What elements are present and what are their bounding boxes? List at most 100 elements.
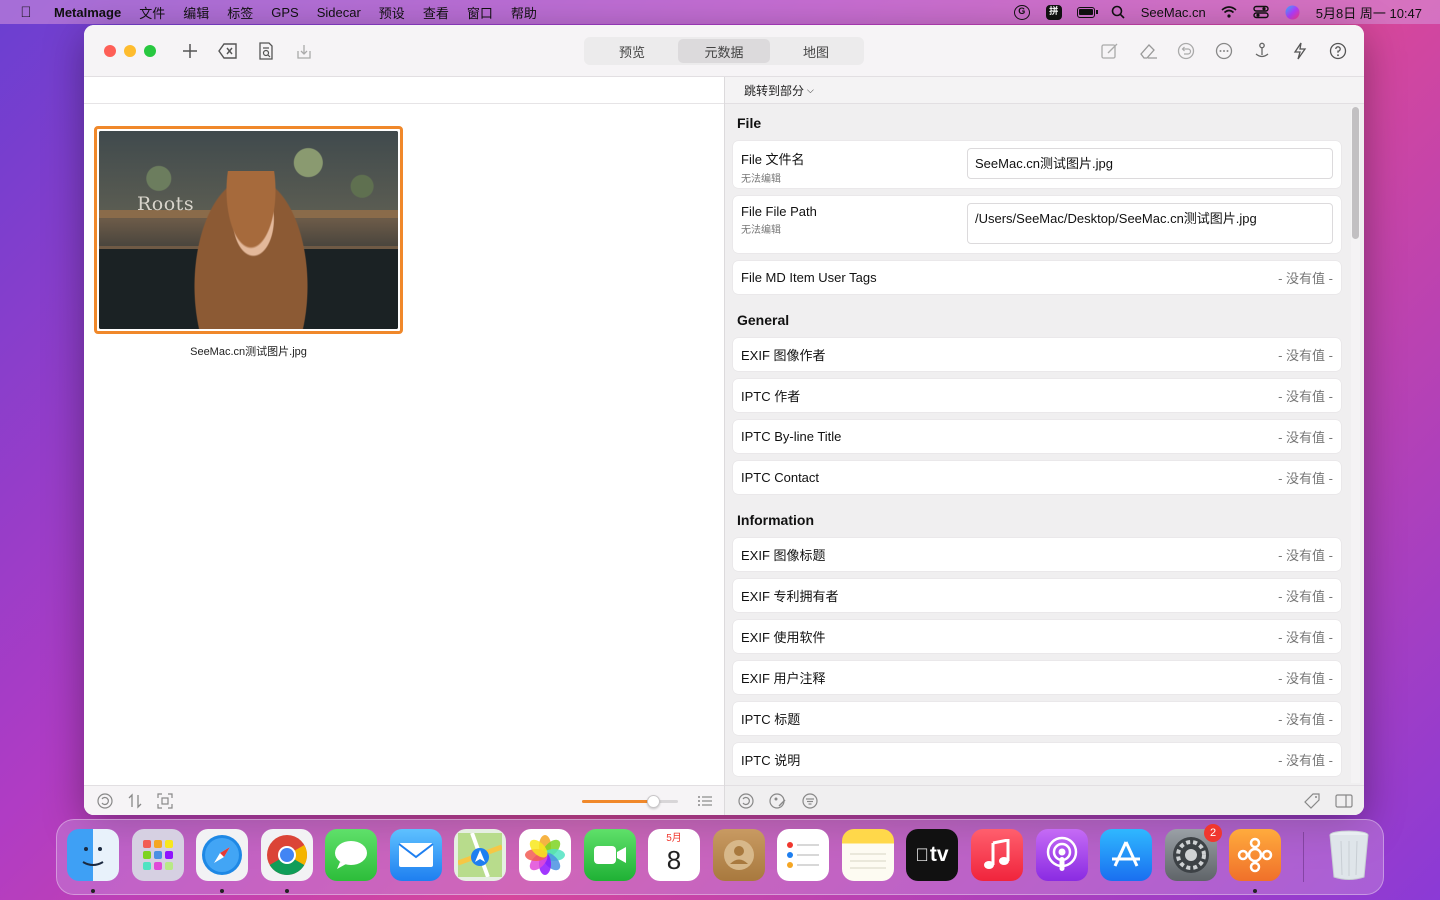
- edit-image-icon[interactable]: [769, 792, 787, 810]
- menu-sidecar[interactable]: Sidecar: [308, 5, 370, 20]
- sidebar-toggle-icon[interactable]: [1335, 792, 1353, 810]
- menubar-clock[interactable]: 5月8日 周一 10:47: [1316, 3, 1422, 22]
- menu-gps[interactable]: GPS: [262, 5, 307, 20]
- podcasts-icon[interactable]: [1036, 829, 1088, 881]
- spotlight-search-icon[interactable]: [1109, 4, 1127, 20]
- field-row[interactable]: EXIF 图像标题 - 没有值 -: [733, 538, 1341, 571]
- app-store-icon[interactable]: [1100, 829, 1152, 881]
- battery-icon[interactable]: [1076, 4, 1098, 20]
- menu-file[interactable]: 文件: [130, 3, 174, 22]
- more-options-icon[interactable]: [1214, 41, 1234, 61]
- refresh-icon[interactable]: [737, 792, 755, 810]
- control-center-icon[interactable]: [1252, 4, 1270, 20]
- apple-menu-icon[interactable]: : [0, 4, 52, 21]
- reminders-icon[interactable]: [777, 829, 829, 881]
- launchpad-icon[interactable]: [132, 829, 184, 881]
- jump-to-section-dropdown[interactable]: 跳转到部分 ⌵: [725, 77, 1364, 104]
- apple-tv-icon[interactable]: tv: [906, 829, 958, 881]
- sort-icon[interactable]: [126, 792, 144, 810]
- image-thumbnail[interactable]: Roots: [94, 126, 403, 334]
- menu-window[interactable]: 窗口: [458, 3, 502, 22]
- file-path-field[interactable]: /Users/SeeMac/Desktop/SeeMac.cn测试图片.jpg: [967, 203, 1333, 244]
- facetime-icon[interactable]: [584, 829, 636, 881]
- mail-icon[interactable]: [390, 829, 442, 881]
- minimize-window-button[interactable]: [124, 45, 136, 57]
- list-view-icon[interactable]: [696, 792, 714, 810]
- field-value: - 没有值 -: [1278, 471, 1333, 486]
- zoom-window-button[interactable]: [144, 45, 156, 57]
- finder-icon[interactable]: [67, 829, 119, 881]
- metadata-scrollbar[interactable]: [1351, 107, 1360, 783]
- thumbnail-size-slider[interactable]: [582, 795, 678, 808]
- slider-knob[interactable]: [647, 795, 660, 808]
- field-row-user-tags[interactable]: File MD Item User Tags - 没有值 -: [733, 261, 1341, 294]
- safari-icon[interactable]: [196, 829, 248, 881]
- revert-icon[interactable]: [1176, 41, 1196, 61]
- metadata-bottom-bar: [725, 785, 1364, 815]
- field-value: - 没有值 -: [1278, 430, 1333, 445]
- field-row[interactable]: EXIF 图像作者 - 没有值 -: [733, 338, 1341, 371]
- tab-map[interactable]: 地图: [770, 39, 862, 63]
- menu-presets[interactable]: 预设: [370, 3, 414, 22]
- menu-app-name[interactable]: MetaImage: [52, 5, 130, 20]
- field-row[interactable]: IPTC 标题 - 没有值 -: [733, 702, 1341, 735]
- tag-icon[interactable]: [1303, 792, 1321, 810]
- field-label: IPTC By-line Title: [741, 429, 842, 444]
- location-pin-icon[interactable]: [1252, 41, 1272, 61]
- field-row[interactable]: IPTC By-line Title - 没有值 -: [733, 420, 1341, 453]
- music-icon[interactable]: [971, 829, 1023, 881]
- field-label: EXIF 专利拥有者: [741, 589, 839, 604]
- file-name-field[interactable]: SeeMac.cn测试图片.jpg: [967, 148, 1333, 179]
- wifi-icon[interactable]: [1220, 4, 1238, 20]
- field-row[interactable]: EXIF 使用软件 - 没有值 -: [733, 620, 1341, 653]
- remove-icon[interactable]: [218, 41, 238, 61]
- field-row[interactable]: EXIF 用户注释 - 没有值 -: [733, 661, 1341, 694]
- field-row[interactable]: IPTC 作者 - 没有值 -: [733, 379, 1341, 412]
- grammarly-icon[interactable]: G: [1013, 4, 1031, 20]
- photos-icon[interactable]: [519, 829, 571, 881]
- metadata-scroll-area[interactable]: File File 文件名 无法编辑 SeeMac.cn测试图片.jpg Fil…: [725, 105, 1349, 785]
- contacts-icon[interactable]: [713, 829, 765, 881]
- scrollbar-thumb[interactable]: [1352, 107, 1359, 239]
- calendar-month: 5月: [666, 833, 682, 844]
- calendar-day: 8: [666, 845, 682, 875]
- menu-view[interactable]: 查看: [414, 3, 458, 22]
- field-row[interactable]: IPTC 说明 - 没有值 -: [733, 743, 1341, 776]
- chrome-icon[interactable]: [261, 829, 313, 881]
- calendar-icon[interactable]: 5月 8: [648, 829, 700, 881]
- help-icon[interactable]: [1328, 41, 1348, 61]
- section-title-file: File: [737, 115, 762, 131]
- export-icon[interactable]: [294, 41, 314, 61]
- browser-bottom-bar: [84, 785, 724, 815]
- field-label: File 文件名: [741, 152, 805, 167]
- menu-tags[interactable]: 标签: [218, 3, 262, 22]
- rotate-icon[interactable]: [96, 792, 114, 810]
- field-label: File MD Item User Tags: [741, 270, 877, 285]
- maps-icon[interactable]: [454, 829, 506, 881]
- menubar-user-text[interactable]: SeeMac.cn: [1141, 5, 1206, 20]
- edit-icon[interactable]: [1100, 41, 1120, 61]
- field-value: - 没有值 -: [1278, 589, 1333, 604]
- notes-icon[interactable]: [842, 829, 894, 881]
- system-preferences-icon[interactable]: 2: [1165, 824, 1222, 881]
- siri-icon[interactable]: [1284, 4, 1302, 20]
- close-window-button[interactable]: [104, 45, 116, 57]
- tab-preview[interactable]: 预览: [586, 39, 678, 63]
- inspect-document-icon[interactable]: [256, 41, 276, 61]
- messages-icon[interactable]: [325, 829, 377, 881]
- metaimage-app-icon[interactable]: [1229, 829, 1281, 881]
- add-icon[interactable]: [180, 41, 200, 61]
- field-row[interactable]: EXIF 专利拥有者 - 没有值 -: [733, 579, 1341, 612]
- field-label: IPTC 作者: [741, 389, 801, 404]
- field-label: IPTC 标题: [741, 712, 801, 727]
- fit-selection-icon[interactable]: [156, 792, 174, 810]
- trash-icon[interactable]: [1323, 829, 1375, 881]
- menu-help[interactable]: 帮助: [502, 3, 546, 22]
- quick-action-bolt-icon[interactable]: [1290, 41, 1310, 61]
- field-row[interactable]: IPTC Contact - 没有值 -: [733, 461, 1341, 494]
- tab-metadata[interactable]: 元数据: [678, 39, 770, 63]
- input-method-icon[interactable]: 拼: [1045, 4, 1063, 20]
- menu-edit[interactable]: 编辑: [174, 3, 218, 22]
- filter-icon[interactable]: [801, 792, 819, 810]
- eraser-icon[interactable]: [1138, 41, 1158, 61]
